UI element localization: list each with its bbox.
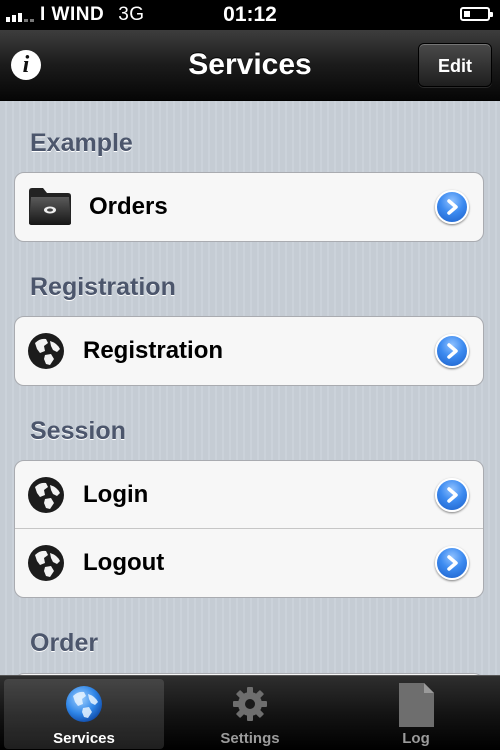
detail-disclosure-button[interactable] [435,478,469,512]
tab-label: Log [402,730,430,747]
status-bar: I WIND 3G 01:12 [0,0,500,30]
section-group-registration: Registration [14,316,484,386]
list-item-registration[interactable]: Registration [15,317,483,385]
section-header-registration: Registration [30,273,176,301]
tab-log[interactable]: Log [336,679,496,749]
list-item-label: Logout [83,549,165,576]
list-item-label: Login [83,481,149,508]
detail-disclosure-button[interactable] [435,190,469,224]
section-header-session: Session [30,417,126,445]
list-item-label: Orders [89,193,168,220]
globe-icon [64,684,104,729]
tab-label: Settings [220,730,280,747]
tab-settings[interactable]: Settings [170,679,330,749]
detail-disclosure-button[interactable] [435,546,469,580]
section-group-session: Login Logout [14,460,484,598]
battery-icon [460,7,493,21]
tab-bar: Services Settings Log [0,675,500,750]
detail-disclosure-button[interactable] [435,334,469,368]
navigation-bar: i Services Edit [0,30,500,101]
list-item-logout[interactable]: Logout [15,529,483,597]
document-icon [396,681,436,734]
section-header-order: Order [30,629,99,657]
globe-icon [27,544,65,587]
status-time: 01:12 [223,3,277,26]
globe-icon [27,332,65,375]
list-item-orders[interactable]: Orders [15,173,483,241]
folder-icon [27,185,73,232]
services-list[interactable]: Example Orders Registration Registration… [0,101,500,675]
section-header-example: Example [30,129,133,157]
list-item-label: Registration [83,337,224,364]
list-item-login[interactable]: Login [15,461,483,529]
tab-label: Services [53,730,115,747]
section-group-example: Orders [14,172,484,242]
edit-button[interactable]: Edit [418,43,492,87]
tab-services[interactable]: Services [4,679,164,749]
gear-icon [230,684,270,729]
globe-icon [27,476,65,519]
